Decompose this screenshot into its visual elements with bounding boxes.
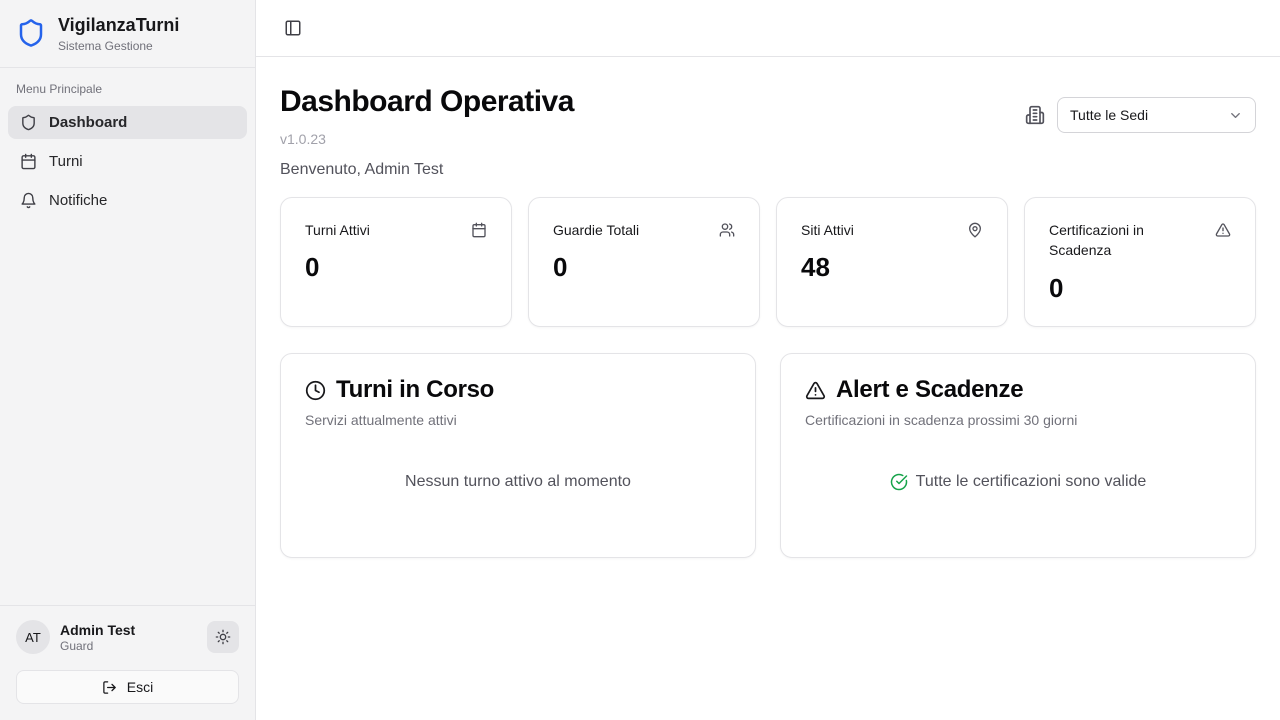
map-pin-icon (967, 222, 983, 238)
stat-card-siti-attivi: Siti Attivi 48 (776, 197, 1008, 327)
stat-label: Siti Attivi (801, 220, 854, 240)
page-title: Dashboard Operativa (280, 85, 574, 119)
theme-toggle-button[interactable] (207, 621, 239, 653)
logout-icon (102, 680, 117, 695)
site-filter-value: Tutte le Sedi (1070, 107, 1148, 123)
avatar: AT (16, 620, 50, 654)
site-filter: Tutte le Sedi (1025, 97, 1256, 133)
building-icon (1025, 105, 1045, 125)
shield-icon (20, 114, 37, 131)
sun-icon (215, 629, 231, 645)
sidebar-menu: Menu Principale Dashboard Turni (0, 68, 255, 606)
stat-card-guardie-totali: Guardie Totali 0 (528, 197, 760, 327)
sidebar-item-dashboard[interactable]: Dashboard (8, 106, 247, 139)
user-info: AT Admin Test Guard (16, 620, 239, 654)
sidebar-item-label: Dashboard (49, 114, 127, 131)
stats-grid: Turni Attivi 0 Guardie Totali (280, 197, 1256, 327)
panel-turni-in-corso: Turni in Corso Servizi attualmente attiv… (280, 353, 756, 558)
empty-state-text: Nessun turno attivo al momento (405, 473, 631, 491)
main-area: Dashboard Operativa v1.0.23 Benvenuto, A… (256, 0, 1280, 720)
alert-triangle-icon (805, 380, 826, 401)
welcome-message: Benvenuto, Admin Test (280, 161, 574, 179)
stat-value: 0 (305, 252, 487, 283)
check-circle-icon (890, 473, 908, 491)
users-icon (719, 222, 735, 238)
panel-alert-scadenze: Alert e Scadenze Certificazioni in scade… (780, 353, 1256, 558)
sidebar-footer: AT Admin Test Guard Esci (0, 605, 255, 720)
sidebar-item-notifiche[interactable]: Notifiche (8, 184, 247, 217)
status-ok-text: Tutte le certificazioni sono valide (916, 473, 1147, 491)
topbar (256, 0, 1280, 57)
panel-left-icon (284, 19, 302, 37)
calendar-icon (471, 222, 487, 238)
clock-icon (305, 380, 326, 401)
panels-grid: Turni in Corso Servizi attualmente attiv… (280, 353, 1256, 558)
stat-value: 0 (1049, 273, 1231, 304)
chevron-down-icon (1228, 108, 1243, 123)
sidebar: VigilanzaTurni Sistema Gestione Menu Pri… (0, 0, 256, 720)
sidebar-item-label: Notifiche (49, 192, 107, 209)
version-label: v1.0.23 (280, 131, 574, 147)
logout-button[interactable]: Esci (16, 670, 239, 704)
sidebar-item-label: Turni (49, 153, 83, 170)
sidebar-item-turni[interactable]: Turni (8, 145, 247, 178)
page-header: Dashboard Operativa v1.0.23 Benvenuto, A… (280, 85, 1256, 179)
shield-logo-icon (16, 18, 46, 48)
stat-value: 0 (553, 252, 735, 283)
stat-card-certificazioni: Certificazioni in Scadenza 0 (1024, 197, 1256, 327)
panel-subtitle: Servizi attualmente attivi (305, 412, 731, 428)
panel-subtitle: Certificazioni in scadenza prossimi 30 g… (805, 412, 1231, 428)
stat-label: Turni Attivi (305, 220, 370, 240)
user-role: Guard (60, 639, 197, 653)
alert-triangle-icon (1215, 222, 1231, 238)
app-title: VigilanzaTurni (58, 14, 179, 37)
stat-card-turni-attivi: Turni Attivi 0 (280, 197, 512, 327)
panel-title: Turni in Corso (336, 376, 494, 404)
menu-section-label: Menu Principale (8, 82, 247, 96)
stat-label: Certificazioni in Scadenza (1049, 220, 1179, 261)
calendar-icon (20, 153, 37, 170)
stat-label: Guardie Totali (553, 220, 639, 240)
app-branding: VigilanzaTurni Sistema Gestione (0, 0, 255, 68)
sidebar-toggle-button[interactable] (280, 15, 306, 41)
app-subtitle: Sistema Gestione (58, 39, 179, 53)
bell-icon (20, 192, 37, 209)
user-name: Admin Test (60, 622, 197, 638)
dashboard-content: Dashboard Operativa v1.0.23 Benvenuto, A… (256, 57, 1280, 582)
site-filter-select[interactable]: Tutte le Sedi (1057, 97, 1256, 133)
stat-value: 48 (801, 252, 983, 283)
panel-title: Alert e Scadenze (836, 376, 1023, 404)
logout-label: Esci (127, 679, 153, 695)
